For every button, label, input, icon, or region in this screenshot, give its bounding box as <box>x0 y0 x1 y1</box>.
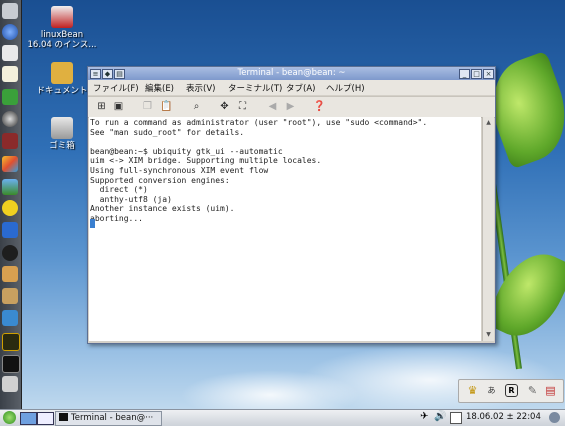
scroll-up-icon[interactable]: ▲ <box>484 118 493 127</box>
title-bar[interactable]: ≡ ◆ ▤ Terminal - bean@bean: ~ _ □ × <box>88 67 495 80</box>
ime-hiragana-icon[interactable]: あ <box>484 383 499 398</box>
settings-icon[interactable] <box>2 245 18 261</box>
terminal-text: To run a command as administrator (user … <box>90 118 428 223</box>
menu-bar: ファイル(F) 編集(E) 表示(V) ターミナル(T) タブ(A) ヘルプ(H… <box>88 80 495 95</box>
network-icon[interactable] <box>2 222 18 238</box>
package-icon[interactable] <box>2 266 18 282</box>
menu-help[interactable]: ヘルプ(H) <box>326 82 365 94</box>
copy-icon[interactable]: ❐ <box>141 100 154 113</box>
taskbar-task-terminal[interactable]: Terminal - bean@··· <box>55 411 162 426</box>
toolbar: ⊞ ▣ ❐ 📋 ⌕ ✥ ⛶ ◀ ▶ ❓ <box>88 96 495 118</box>
menu-tab[interactable]: タブ(A) <box>286 82 315 94</box>
terminal-output[interactable]: To run a command as administrator (user … <box>89 117 481 341</box>
ime-tray: ♛ あ R ✎ ▤ <box>458 379 564 403</box>
maximize-icon[interactable]: □ <box>471 69 482 79</box>
forward-arrow-icon[interactable]: ▶ <box>284 100 297 113</box>
globe-icon[interactable] <box>2 310 18 326</box>
minimize-icon[interactable]: _ <box>459 69 470 79</box>
terminal-icon[interactable] <box>2 355 20 373</box>
help-icon[interactable]: ❓ <box>313 100 326 113</box>
task-label: Terminal - bean@··· <box>71 413 154 423</box>
new-window-icon[interactable]: ▣ <box>112 100 125 113</box>
ime-mode-button[interactable]: R <box>505 384 518 397</box>
desktop-icon-label: linuxBean <box>40 30 84 40</box>
terminal-icon <box>59 413 68 421</box>
player-icon[interactable] <box>2 133 18 149</box>
network-status-icon[interactable]: ✈ <box>420 411 428 422</box>
media-icon[interactable] <box>2 111 18 127</box>
scrollbar[interactable]: ▲ ▼ <box>482 117 494 341</box>
bean-menu-icon[interactable] <box>3 411 16 424</box>
browser-icon[interactable] <box>2 24 18 40</box>
new-tab-icon[interactable]: ⊞ <box>95 100 108 113</box>
toolbar-icon[interactable]: ▤ <box>543 383 558 398</box>
menu-terminal[interactable]: ターミナル(T) <box>228 82 282 94</box>
crown-icon[interactable]: ♛ <box>465 383 480 398</box>
menu-edit[interactable]: 編集(E) <box>145 82 174 94</box>
image-viewer-icon[interactable] <box>2 179 18 195</box>
desktop-icon-installer[interactable]: linuxBean 16.04 のインス... <box>22 6 102 50</box>
settings-icon[interactable]: ✎ <box>525 383 540 398</box>
installer-icon[interactable] <box>2 288 18 304</box>
clock[interactable]: 18.06.02 ± 22:04 <box>466 412 541 422</box>
bird-icon[interactable] <box>2 200 18 216</box>
move-icon[interactable]: ✥ <box>218 100 231 113</box>
mail-icon[interactable] <box>2 45 18 61</box>
menu-icon[interactable] <box>2 3 18 19</box>
window-title: Terminal - bean@bean: ~ <box>237 68 346 78</box>
workspace-2[interactable] <box>37 412 54 425</box>
close-icon[interactable]: × <box>483 69 494 79</box>
desktop-icon-label: 16.04 のインス... <box>27 40 97 50</box>
workspace-1[interactable] <box>20 412 37 425</box>
terminal-window: ≡ ◆ ▤ Terminal - bean@bean: ~ _ □ × ファイル… <box>87 66 496 344</box>
scroll-down-icon[interactable]: ▼ <box>484 330 493 339</box>
text-cursor <box>90 219 95 228</box>
user-icon[interactable] <box>549 412 560 423</box>
trash-icon <box>51 117 73 139</box>
trash-icon[interactable] <box>2 376 18 392</box>
back-arrow-icon[interactable]: ◀ <box>266 100 279 113</box>
editor-icon[interactable] <box>2 66 18 82</box>
menu-file[interactable]: ファイル(F) <box>93 82 139 94</box>
taskbar: Terminal - bean@··· ✈ 🔊 18.06.02 ± 22:04 <box>0 409 565 426</box>
search-icon[interactable]: ⌕ <box>190 100 203 113</box>
left-dock <box>0 0 22 409</box>
volume-icon[interactable]: 🔊 <box>434 411 446 422</box>
paste-icon[interactable]: 📋 <box>160 100 173 113</box>
book-icon[interactable] <box>2 89 18 105</box>
palette-icon[interactable] <box>2 156 18 172</box>
system-monitor-icon[interactable] <box>2 333 20 351</box>
menu-view[interactable]: 表示(V) <box>186 82 215 94</box>
folder-icon <box>51 62 73 84</box>
fullscreen-icon[interactable]: ⛶ <box>236 100 249 113</box>
installer-icon <box>51 6 73 28</box>
show-desktop-icon[interactable] <box>450 412 462 424</box>
